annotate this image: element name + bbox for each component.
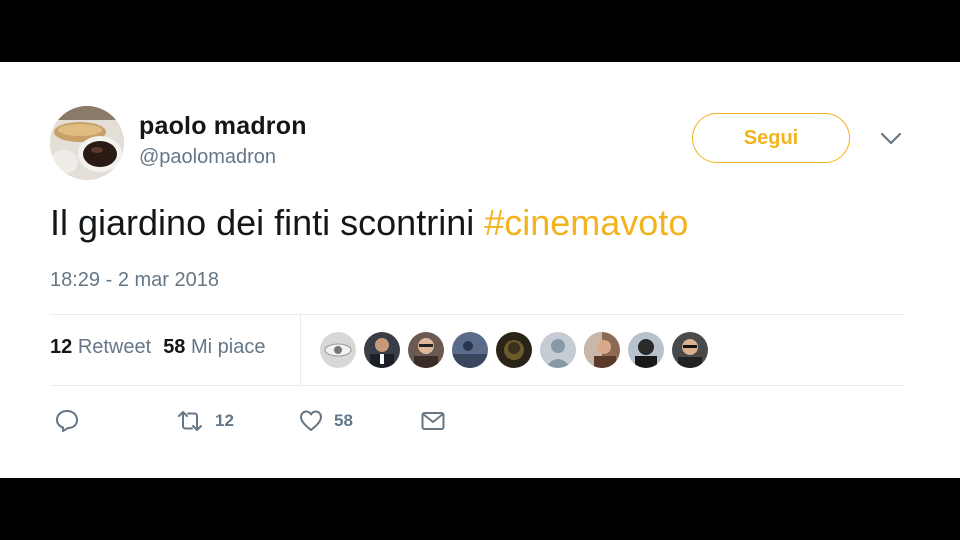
retweets-count: 12 <box>50 336 73 358</box>
liker-avatar[interactable] <box>364 332 400 368</box>
liker-avatar[interactable] <box>320 332 356 368</box>
follow-button[interactable]: Segui <box>692 113 850 163</box>
tweet-body: Il giardino dei finti scontrini <box>50 202 485 243</box>
envelope-icon <box>421 412 445 430</box>
divider-bottom <box>50 385 904 386</box>
direct-message-button[interactable] <box>420 408 446 434</box>
liker-avatar[interactable] <box>452 332 488 368</box>
tweet-stats: 12 Retweet 58 Mi piace <box>50 336 265 359</box>
liker-avatar[interactable] <box>584 332 620 368</box>
chevron-down-icon[interactable] <box>878 128 904 148</box>
tweet-timestamp[interactable]: 18:29 - 2 mar 2018 <box>50 269 219 292</box>
retweets-stat[interactable]: 12 Retweet <box>50 336 151 358</box>
liker-avatar[interactable] <box>628 332 664 368</box>
liker-avatar[interactable] <box>672 332 708 368</box>
liker-avatar[interactable] <box>496 332 532 368</box>
likes-count: 58 <box>163 336 186 358</box>
heart-icon <box>300 410 322 431</box>
avatar-photo <box>50 106 124 180</box>
stats-separator <box>300 314 301 386</box>
retweet-icon <box>178 411 202 431</box>
author-avatar[interactable] <box>50 106 124 180</box>
retweets-label: Retweet <box>77 336 152 358</box>
tweet-text: Il giardino dei finti scontrini #cinemav… <box>50 202 688 244</box>
retweet-button[interactable]: 12 <box>175 408 234 434</box>
hashtag-link[interactable]: #cinemavoto <box>484 202 688 243</box>
likes-stat[interactable]: 58 Mi piace <box>163 336 265 358</box>
likes-label: Mi piace <box>191 336 266 358</box>
like-count: 58 <box>334 411 353 430</box>
like-button[interactable]: 58 <box>298 408 353 434</box>
reply-button[interactable] <box>54 408 80 434</box>
tweet-card: paolo madron @paolomadron Segui Il giard… <box>0 62 960 478</box>
divider-top <box>50 314 904 315</box>
author-handle[interactable]: @paolomadron <box>139 146 276 169</box>
reply-icon <box>56 410 78 432</box>
liker-avatar[interactable] <box>540 332 576 368</box>
tweet-actions: 12 58 <box>0 402 960 442</box>
retweet-count: 12 <box>215 411 234 430</box>
liker-avatar[interactable] <box>408 332 444 368</box>
author-display-name[interactable]: paolo madron <box>139 112 307 141</box>
